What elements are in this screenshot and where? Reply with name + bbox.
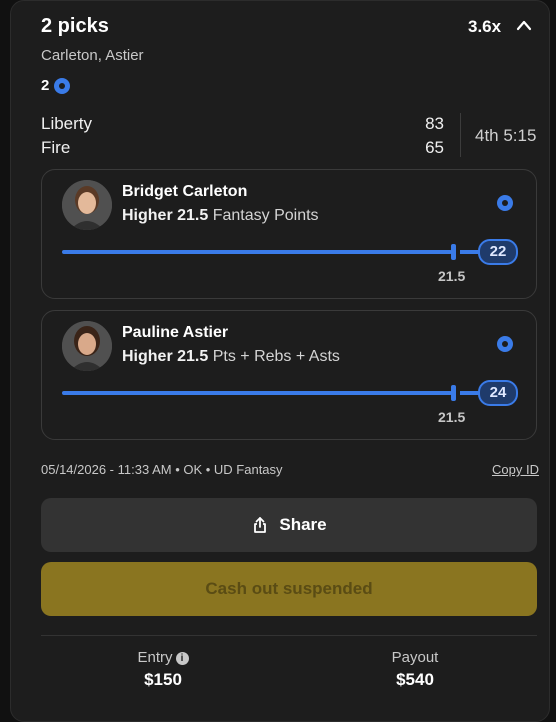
entry-title: 2 picks (41, 15, 109, 37)
cash-out-button[interactable]: Cash out suspended (41, 562, 537, 616)
pick-card-carleton[interactable]: Bridget Carleton Higher 21.5 Fantasy Poi… (41, 169, 537, 299)
pick-card-astier[interactable]: Pauline Astier Higher 21.5 Pts + Rebs + … (41, 310, 537, 440)
game-clock: 4th 5:15 (475, 126, 537, 145)
entry-meta: 05/14/2026 - 11:33 AM • OK • UD Fantasy (41, 462, 283, 477)
player-name: Pauline Astier (122, 324, 229, 341)
entry-label: Entry (137, 649, 173, 666)
footer-divider (41, 635, 537, 636)
team-2-score: 65 (425, 138, 444, 157)
pick-status-icon (497, 195, 513, 211)
pick-count: 2 (41, 77, 70, 95)
entry-card: 2 picks 3.6x Carleton, Astier 2 Liberty … (10, 0, 550, 722)
pick-stat: Pts + Rebs + Asts (212, 348, 340, 365)
entry-label-row: Entry i (93, 649, 233, 666)
team-1-name: Liberty (41, 114, 93, 133)
progress-track (62, 391, 452, 395)
line-value: 21.5 (438, 409, 466, 425)
share-icon (254, 517, 267, 533)
progress-track (62, 250, 452, 254)
pick-line: Higher 21.5 Fantasy Points (122, 207, 319, 225)
pick-line: Higher 21.5 Pts + Rebs + Asts (122, 348, 340, 366)
payout-label: Payout (391, 649, 439, 666)
score-divider (460, 113, 461, 157)
share-button[interactable]: Share (41, 498, 537, 552)
multiplier: 3.6x (468, 17, 502, 36)
pick-players: Carleton, Astier (41, 47, 144, 64)
share-label: Share (279, 515, 327, 534)
player-avatar (62, 180, 112, 230)
info-icon[interactable]: i (175, 651, 189, 665)
line-marker (451, 385, 456, 401)
status-dot-icon (53, 78, 70, 95)
team-1-score: 83 (425, 114, 444, 133)
copy-id-link[interactable]: Copy ID (492, 462, 539, 477)
pick-direction: Higher 21.5 (122, 207, 209, 224)
line-value: 21.5 (438, 268, 466, 284)
team-2-name: Fire (41, 138, 71, 157)
pick-direction: Higher 21.5 (122, 348, 209, 365)
pick-stat: Fantasy Points (212, 207, 319, 224)
current-stat-badge: 22 (478, 239, 518, 265)
current-stat-badge: 24 (478, 380, 518, 406)
line-marker (451, 244, 456, 260)
player-avatar (62, 321, 112, 371)
pick-status-icon (497, 336, 513, 352)
entry-value: $150 (144, 670, 182, 689)
cash-out-label: Cash out suspended (205, 579, 373, 598)
chevron-up-icon[interactable] (516, 19, 532, 31)
payout-value: $540 (396, 670, 434, 689)
player-name: Bridget Carleton (122, 183, 248, 200)
pick-count-value: 2 (41, 77, 50, 94)
